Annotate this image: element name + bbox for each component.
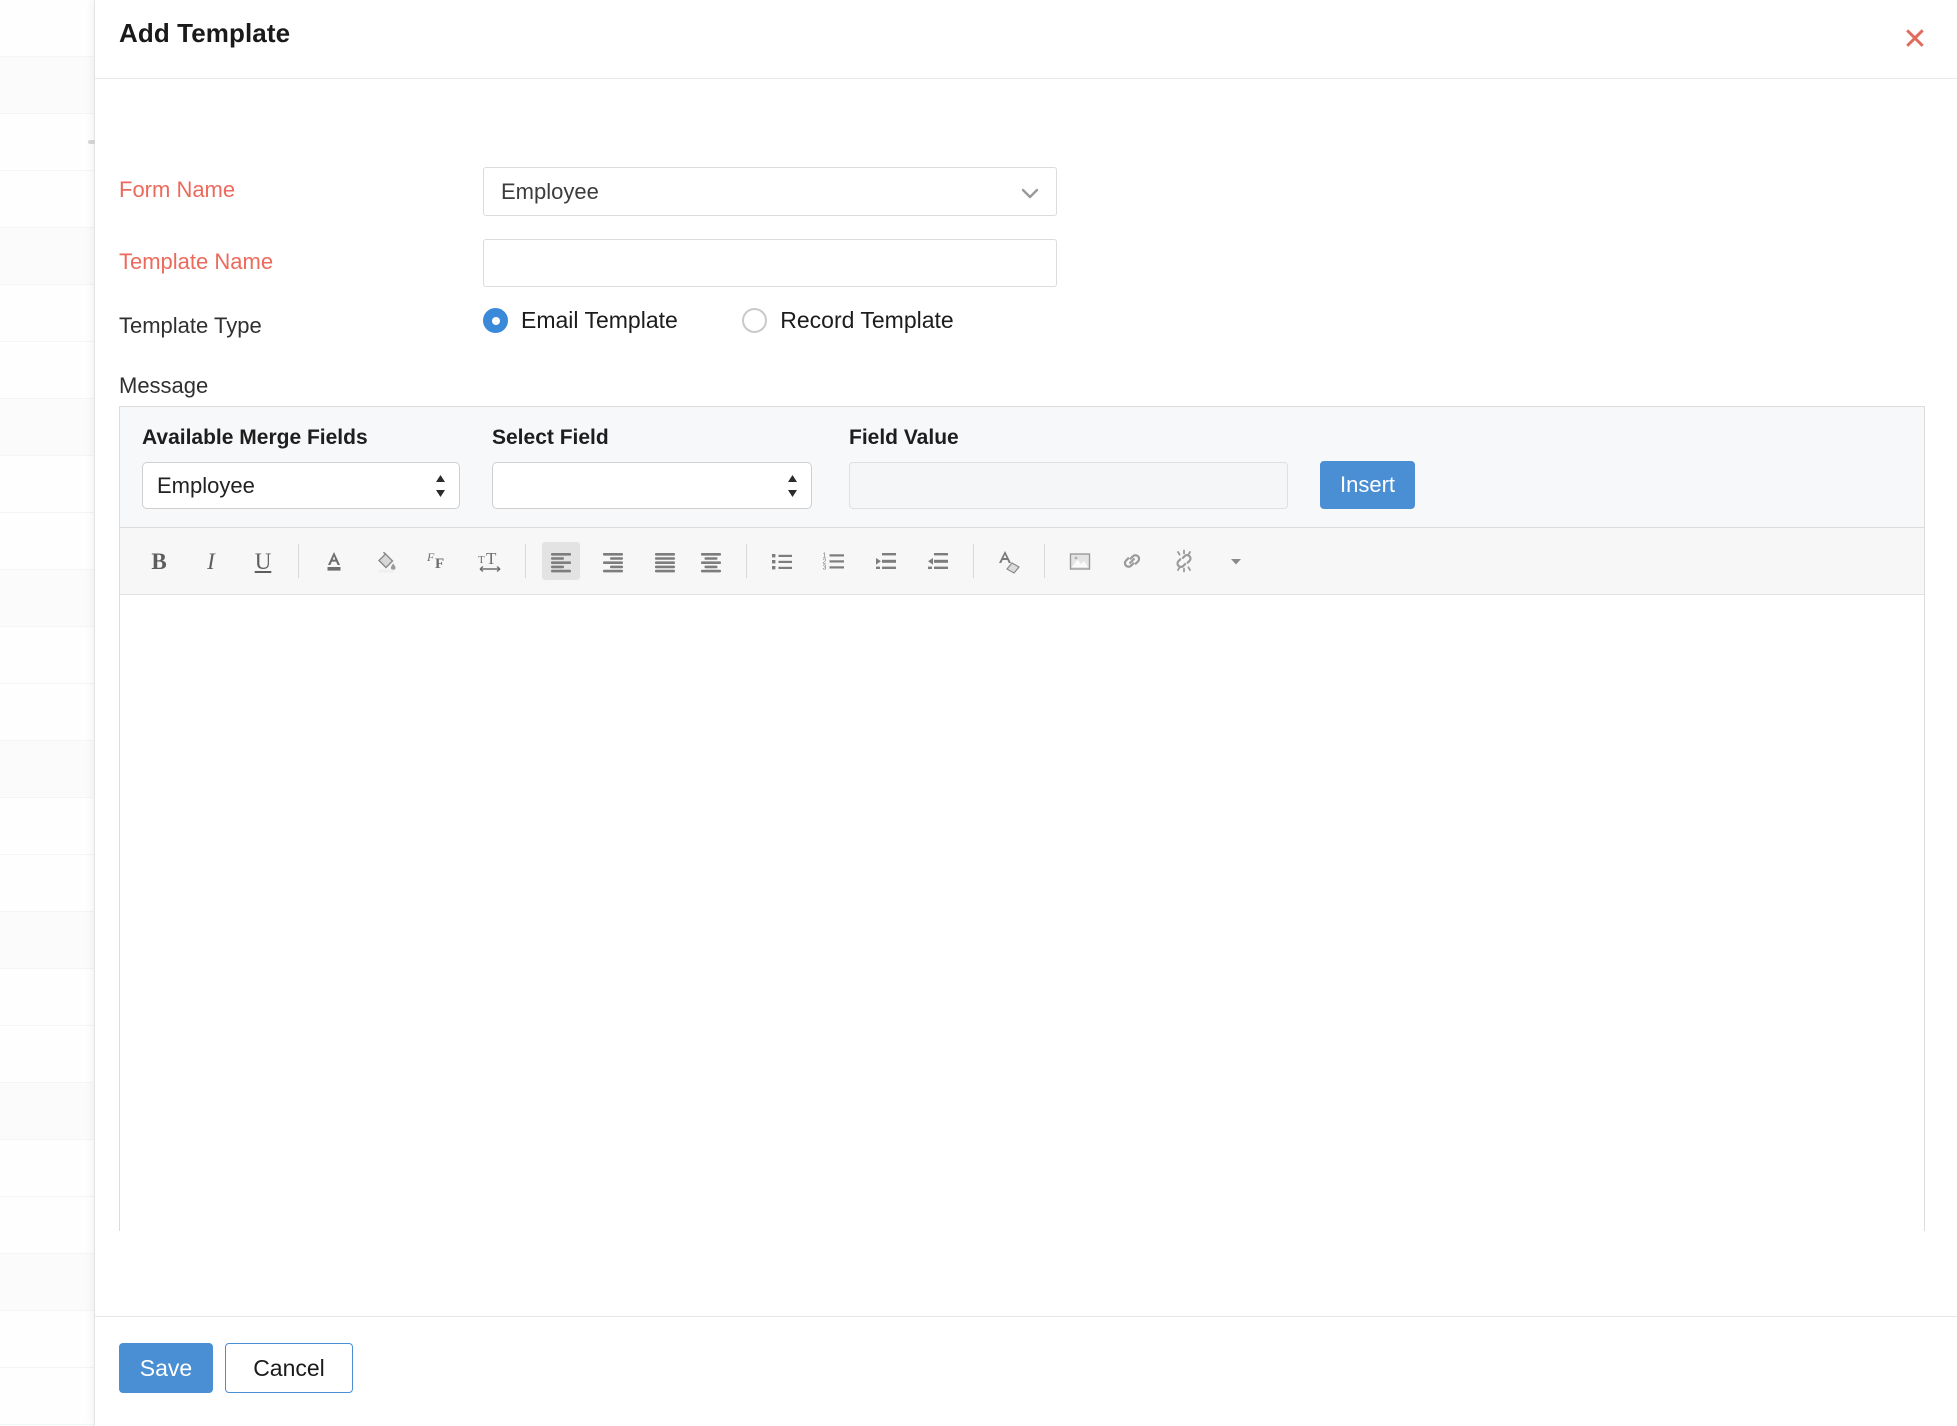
svg-text:F: F bbox=[426, 550, 435, 564]
table-row[interactable] bbox=[0, 741, 96, 798]
radio-unselected-icon bbox=[742, 308, 768, 333]
more-options-icon[interactable] bbox=[1217, 542, 1255, 580]
table-row[interactable] bbox=[0, 228, 96, 285]
table-row[interactable] bbox=[0, 0, 96, 57]
table-row[interactable] bbox=[0, 855, 96, 912]
numbered-list-icon[interactable]: 1 2 3 bbox=[815, 542, 853, 580]
close-icon[interactable]: ✕ bbox=[1895, 20, 1935, 60]
table-row[interactable] bbox=[0, 969, 96, 1026]
background-color-icon[interactable] bbox=[367, 542, 405, 580]
message-body-editor[interactable] bbox=[120, 595, 1924, 1231]
editor-toolbar: B I U F F T T 1 2 3 bbox=[120, 528, 1924, 595]
italic-icon[interactable]: I bbox=[192, 542, 230, 580]
available-merge-fields-value: Employee bbox=[157, 473, 255, 498]
radio-record-template-label: Record Template bbox=[780, 307, 954, 333]
table-row[interactable] bbox=[0, 342, 96, 399]
indent-icon[interactable] bbox=[919, 542, 957, 580]
svg-text:T: T bbox=[486, 549, 497, 568]
table-row[interactable] bbox=[0, 57, 96, 114]
font-family-icon[interactable]: F F bbox=[419, 542, 457, 580]
radio-record-template[interactable]: Record Template bbox=[742, 307, 954, 334]
toolbar-separator bbox=[298, 544, 299, 578]
form-name-label: Form Name bbox=[119, 177, 236, 202]
table-row[interactable] bbox=[0, 1254, 96, 1311]
table-row[interactable] bbox=[0, 1311, 96, 1368]
template-name-label: Template Name bbox=[119, 249, 274, 274]
table-row[interactable] bbox=[0, 171, 96, 228]
svg-text:T: T bbox=[478, 554, 485, 566]
screen: Add Template ✕ Form Name Employee Templa… bbox=[0, 0, 1957, 1426]
bold-icon-glyph: B bbox=[151, 548, 167, 574]
insert-button[interactable]: Insert bbox=[1320, 461, 1415, 509]
align-right-icon[interactable] bbox=[594, 542, 632, 580]
available-merge-fields-label: Available Merge Fields bbox=[142, 426, 368, 449]
form-name-value: Employee bbox=[501, 179, 599, 204]
table-row[interactable] bbox=[0, 285, 96, 342]
table-row[interactable] bbox=[0, 684, 96, 741]
bold-icon[interactable]: B bbox=[140, 542, 178, 580]
form-name-select[interactable]: Employee bbox=[483, 167, 1057, 216]
template-type-label: Template Type bbox=[119, 313, 262, 338]
message-label: Message bbox=[119, 373, 209, 398]
toolbar-separator bbox=[1044, 544, 1045, 578]
svg-text:3: 3 bbox=[823, 565, 827, 572]
align-justify-icon[interactable] bbox=[646, 542, 684, 580]
merge-fields-panel: Available Merge Fields Select Field Fiel… bbox=[120, 407, 1924, 528]
chevron-down-icon bbox=[1020, 184, 1040, 204]
table-row[interactable] bbox=[0, 627, 96, 684]
sort-updown-icon bbox=[435, 474, 446, 498]
field-value-label: Field Value bbox=[849, 426, 959, 449]
toolbar-separator bbox=[525, 544, 526, 578]
page-title: Add Template bbox=[119, 18, 291, 48]
radio-email-template-label: Email Template bbox=[521, 307, 678, 333]
table-row[interactable] bbox=[0, 513, 96, 570]
underline-icon-glyph: U bbox=[254, 548, 272, 574]
font-color-icon[interactable] bbox=[315, 542, 353, 580]
select-field-select[interactable] bbox=[492, 462, 812, 509]
table-row[interactable] bbox=[0, 399, 96, 456]
dialog-footer: Save Cancel bbox=[95, 1316, 1957, 1426]
cancel-button[interactable]: Cancel bbox=[225, 1343, 353, 1393]
sort-updown-icon bbox=[787, 474, 798, 498]
bullet-list-icon[interactable] bbox=[763, 542, 801, 580]
clear-formatting-icon[interactable] bbox=[990, 542, 1028, 580]
radio-selected-icon bbox=[483, 308, 508, 333]
outdent-icon[interactable] bbox=[867, 542, 905, 580]
table-row[interactable] bbox=[0, 1026, 96, 1083]
table-row[interactable] bbox=[0, 798, 96, 855]
italic-icon-glyph: I bbox=[207, 548, 215, 574]
table-row[interactable] bbox=[0, 1083, 96, 1140]
table-row[interactable] bbox=[0, 1368, 96, 1425]
save-button[interactable]: Save bbox=[119, 1343, 213, 1393]
template-name-input[interactable] bbox=[483, 239, 1057, 287]
insert-link-icon[interactable] bbox=[1113, 542, 1151, 580]
dialog-body: Form Name Employee Template Name Templat… bbox=[95, 79, 1957, 1316]
toolbar-separator bbox=[746, 544, 747, 578]
template-type-radio-group: Email Template Record Template bbox=[483, 307, 954, 334]
toolbar-separator bbox=[973, 544, 974, 578]
underline-icon[interactable]: U bbox=[244, 542, 282, 580]
radio-email-template[interactable]: Email Template bbox=[483, 307, 678, 334]
available-merge-fields-select[interactable]: Employee bbox=[142, 462, 460, 509]
add-template-dialog: Add Template ✕ Form Name Employee Templa… bbox=[95, 0, 1957, 1426]
message-editor: Available Merge Fields Select Field Fiel… bbox=[119, 406, 1925, 1231]
table-row[interactable] bbox=[0, 114, 96, 171]
align-center-icon[interactable] bbox=[692, 542, 730, 580]
table-row[interactable] bbox=[0, 456, 96, 513]
insert-image-icon[interactable] bbox=[1061, 542, 1099, 580]
table-row[interactable] bbox=[0, 570, 96, 627]
table-row[interactable] bbox=[0, 1197, 96, 1254]
select-field-label: Select Field bbox=[492, 426, 609, 449]
font-size-icon[interactable]: T T bbox=[471, 542, 509, 580]
background-table-rows bbox=[0, 0, 96, 1426]
table-row[interactable] bbox=[0, 912, 96, 969]
unlink-icon[interactable] bbox=[1165, 542, 1203, 580]
svg-text:F: F bbox=[435, 556, 444, 572]
dialog-header: Add Template ✕ bbox=[95, 0, 1957, 79]
field-value-input[interactable] bbox=[849, 462, 1288, 509]
align-left-icon[interactable] bbox=[542, 542, 580, 580]
table-row[interactable] bbox=[0, 1140, 96, 1197]
